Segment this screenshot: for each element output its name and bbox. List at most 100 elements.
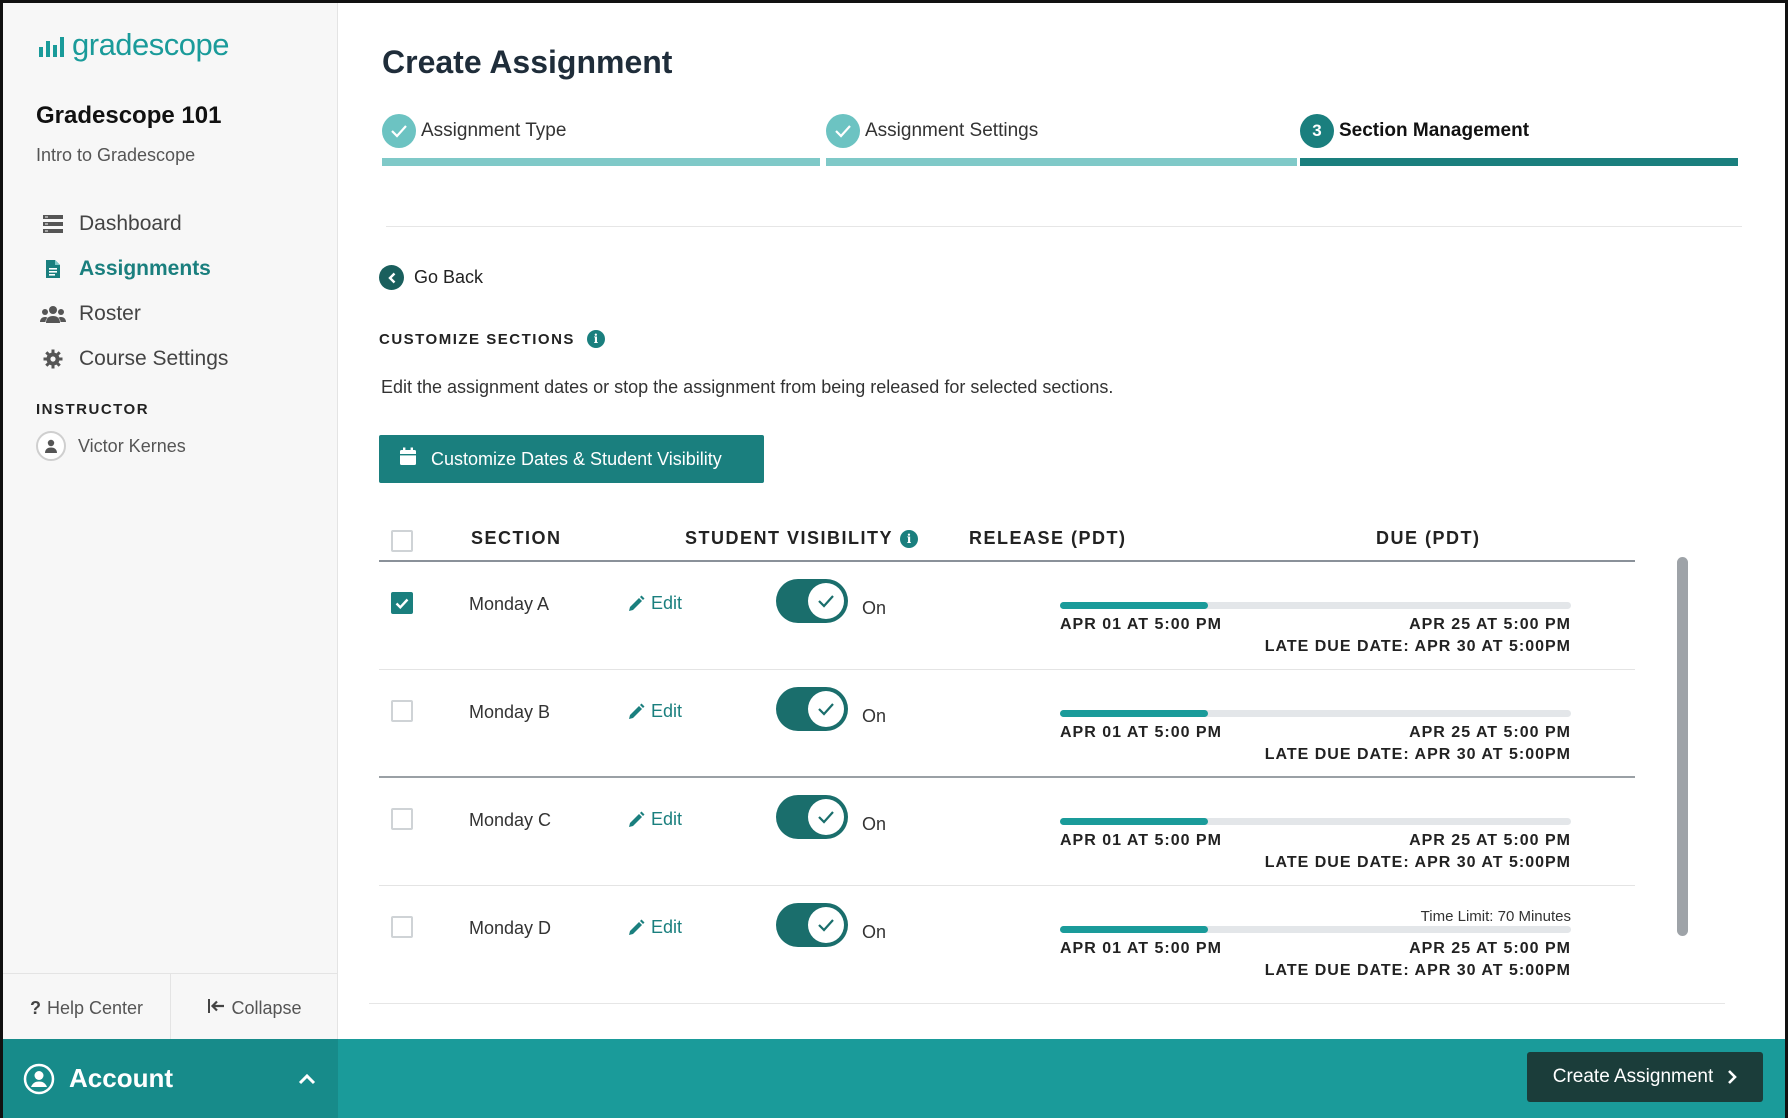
row-checkbox[interactable]: [391, 592, 413, 614]
pencil-icon: [629, 703, 645, 719]
row-checkbox[interactable]: [391, 916, 413, 938]
logo-text: gradescope: [72, 27, 230, 62]
course-title[interactable]: Gradescope 101: [36, 102, 221, 130]
edit-link[interactable]: Edit: [627, 917, 682, 938]
check-icon: [818, 811, 834, 824]
help-center-button[interactable]: ? Help Center: [3, 974, 171, 1043]
sidebar-item-roster[interactable]: Roster: [39, 291, 329, 336]
step-bar: [826, 158, 1297, 166]
document-icon: [39, 258, 67, 280]
visibility-toggle[interactable]: [776, 795, 848, 839]
create-assignment-button[interactable]: Create Assignment: [1527, 1052, 1763, 1102]
create-assignment-label: Create Assignment: [1552, 1066, 1714, 1087]
page-title: Create Assignment: [382, 44, 673, 80]
account-icon: [23, 1063, 55, 1094]
header-visibility-text: STUDENT VISIBILITY: [685, 528, 894, 548]
timeline-fill: [1060, 818, 1209, 825]
question-icon: ?: [29, 998, 41, 1018]
section-name: Monday B: [469, 702, 551, 722]
timeline-fill: [1060, 926, 1209, 933]
step-bar: [1300, 158, 1738, 166]
section-name: Monday C: [469, 810, 552, 830]
row-checkbox[interactable]: [391, 700, 413, 722]
edit-link[interactable]: Edit: [627, 593, 682, 614]
visibility-toggle[interactable]: [776, 579, 848, 623]
toggle-knob: [808, 907, 844, 943]
edit-link[interactable]: Edit: [627, 701, 682, 722]
sidebar-item-label: Dashboard: [79, 211, 182, 235]
toggle-knob: [808, 691, 844, 727]
visibility-toggle[interactable]: [776, 903, 848, 947]
customize-dates-button[interactable]: Customize Dates & Student Visibility: [379, 435, 764, 483]
collapse-button[interactable]: Collapse: [171, 974, 338, 1043]
collapse-arrow-icon: [207, 998, 225, 1019]
divider: [369, 1003, 1725, 1004]
instructor-name: Victor Kernes: [78, 435, 186, 456]
customize-description: Edit the assignment dates or stop the as…: [381, 377, 1114, 397]
release-date: APR 01 AT 5:00 PM: [1060, 832, 1222, 849]
visibility-toggle[interactable]: [776, 687, 848, 731]
chevron-up-icon: [298, 1073, 316, 1084]
chevron-left-icon: [379, 265, 404, 290]
avatar: [36, 431, 66, 461]
divider: [386, 226, 1742, 227]
select-all-checkbox[interactable]: [391, 530, 413, 552]
go-back-label: Go Back: [414, 267, 484, 287]
due-date: APR 25 AT 5:00 PM: [1409, 832, 1571, 849]
check-icon: [826, 114, 860, 148]
logo-bars-icon: [39, 35, 64, 57]
date-timeline: [1060, 602, 1571, 609]
customize-sections-heading: CUSTOMIZE SECTIONS i: [379, 330, 605, 348]
go-back-link[interactable]: Go Back: [379, 265, 483, 290]
row-checkbox[interactable]: [391, 808, 413, 830]
section-name: Monday A: [469, 594, 550, 614]
account-menu[interactable]: Account: [3, 1039, 338, 1118]
sidebar-item-course-settings[interactable]: Course Settings: [39, 336, 329, 381]
gradescope-logo[interactable]: gradescope: [39, 27, 230, 63]
people-icon: [39, 303, 67, 325]
gear-icon: [39, 348, 67, 370]
check-icon: [818, 703, 834, 716]
step-label: Assignment Settings: [865, 120, 1039, 141]
step-label: Section Management: [1339, 120, 1530, 141]
date-timeline: [1060, 926, 1571, 933]
table-row: Monday C Edit On APR 01 AT 5:00 PM APR 2…: [379, 778, 1635, 886]
pencil-icon: [629, 595, 645, 611]
scrollbar[interactable]: [1677, 557, 1688, 936]
sidebar-item-assignments[interactable]: Assignments: [39, 246, 329, 291]
step-number: 3: [1300, 114, 1334, 148]
instructor-item[interactable]: Victor Kernes: [36, 431, 186, 461]
edit-link[interactable]: Edit: [627, 809, 682, 830]
calendar-icon: [399, 447, 417, 471]
sidebar: gradescope Gradescope 101 Intro to Grade…: [3, 3, 338, 1043]
toggle-knob: [808, 583, 844, 619]
step-assignment-settings[interactable]: Assignment Settings: [826, 114, 1297, 168]
date-timeline: [1060, 818, 1571, 825]
info-icon[interactable]: i: [586, 330, 605, 348]
table-row: Monday B Edit On APR 01 AT 5:00 PM APR 2…: [379, 670, 1635, 778]
sidebar-item-dashboard[interactable]: Dashboard: [39, 201, 329, 246]
bottom-bar: Account Create Assignment: [3, 1039, 1785, 1118]
step-section-management[interactable]: 3 Section Management: [1300, 114, 1738, 168]
edit-label: Edit: [651, 593, 683, 613]
collapse-label: Collapse: [231, 998, 302, 1018]
step-assignment-type[interactable]: Assignment Type: [382, 114, 820, 168]
check-icon: [818, 595, 834, 608]
sidebar-footer: ? Help Center Collapse: [3, 973, 338, 1043]
info-icon[interactable]: i: [900, 529, 919, 548]
sections-table: SECTION STUDENT VISIBILITY i RELEASE (PD…: [379, 520, 1635, 994]
sidebar-item-label: Roster: [79, 301, 141, 325]
sidebar-item-label: Course Settings: [79, 346, 229, 370]
visibility-status: On: [862, 814, 887, 834]
step-label: Assignment Type: [421, 120, 567, 141]
customize-heading-text: CUSTOMIZE SECTIONS: [379, 330, 575, 348]
header-release: RELEASE (PDT): [969, 528, 1127, 548]
sidebar-item-label: Assignments: [79, 256, 211, 280]
step-bar: [382, 158, 820, 166]
check-icon: [395, 598, 409, 609]
timeline-fill: [1060, 602, 1209, 609]
step-progress: Assignment Type Assignment Settings 3 Se…: [382, 114, 1738, 168]
customize-button-label: Customize Dates & Student Visibility: [431, 448, 722, 469]
header-section: SECTION: [471, 528, 562, 548]
due-date: APR 25 AT 5:00 PM: [1409, 616, 1571, 633]
